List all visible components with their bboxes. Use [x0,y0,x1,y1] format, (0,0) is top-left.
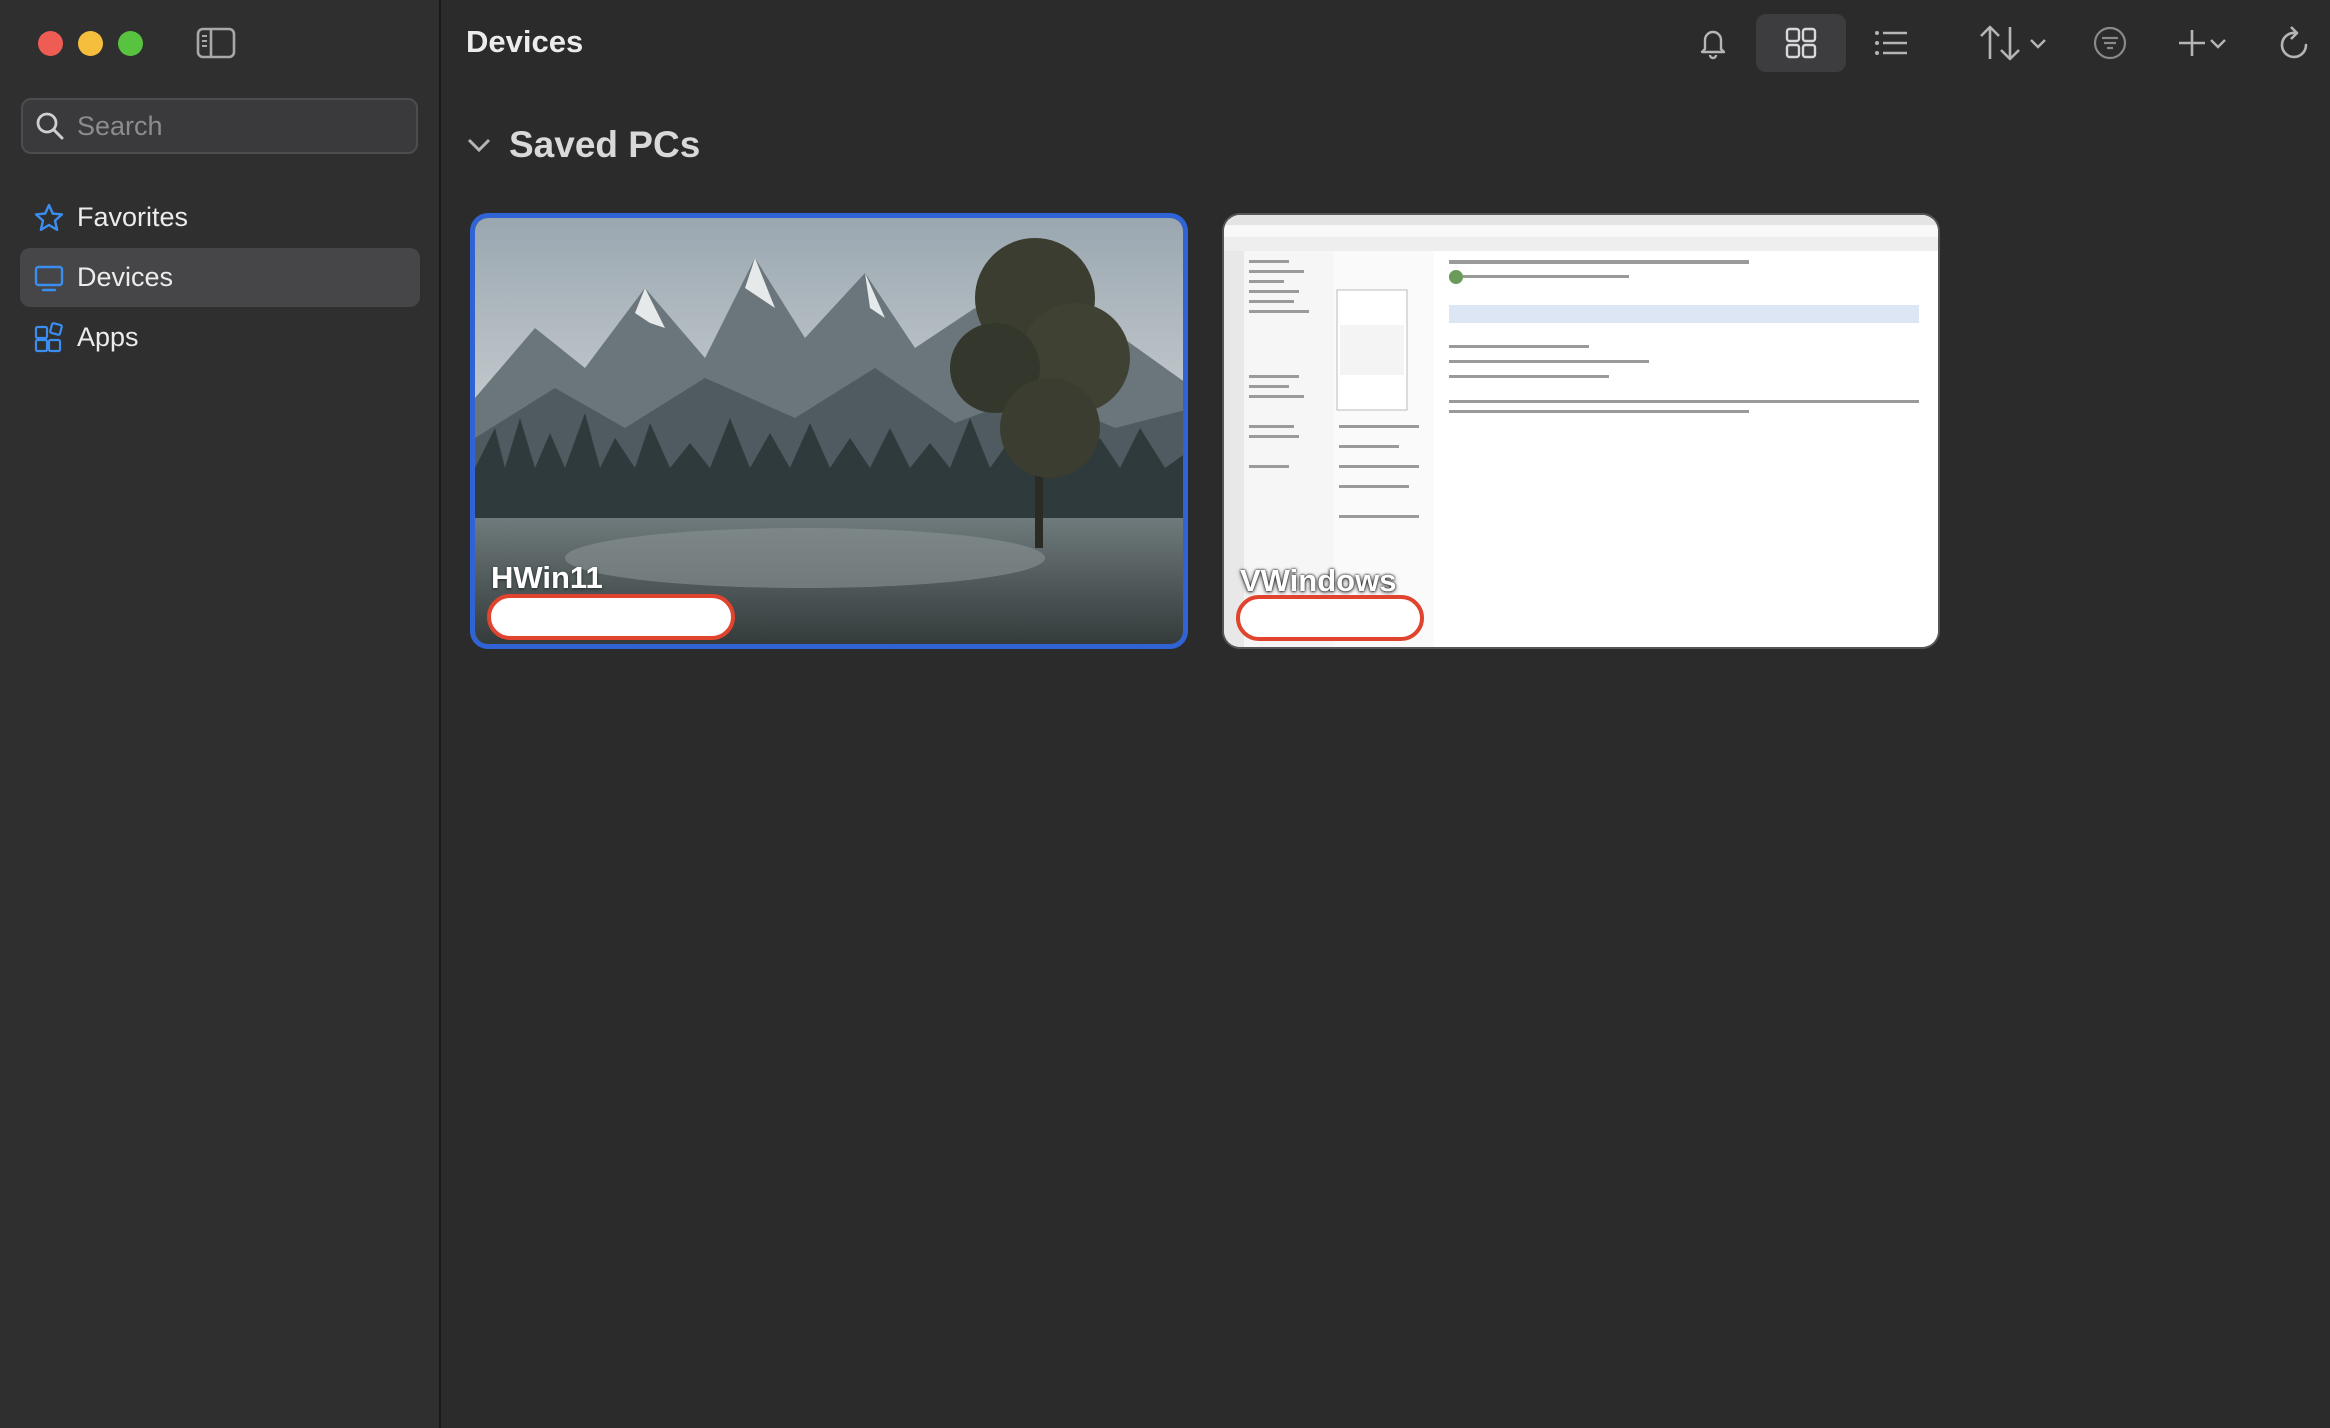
refresh-icon [2278,25,2312,61]
refresh-button[interactable] [2269,14,2321,72]
search-icon [35,111,65,141]
filter-icon [2092,25,2128,61]
section-header-saved-pcs[interactable]: Saved PCs [465,124,700,166]
star-icon [33,202,65,234]
sort-menu-button[interactable] [1966,14,2060,72]
pc-card-hwin11[interactable]: HWin11 [470,213,1188,649]
pc-card-vwindows[interactable]: VWindows [1222,213,1940,649]
sort-icon [1978,23,2028,63]
add-menu-button[interactable] [2162,14,2242,72]
add-icon [2176,27,2208,59]
grid-view-icon [1785,27,1817,59]
pc-status-pill [1236,595,1424,641]
app-window: Favorites Devices [0,0,2330,1428]
list-view-button[interactable] [1865,14,1917,72]
bell-icon [1697,26,1729,60]
toolbar [443,14,2330,72]
sidebar-item-label: Devices [77,262,174,292]
notifications-button[interactable] [1689,14,1737,72]
minimize-window-button[interactable] [78,31,103,56]
window-controls [38,31,143,56]
section-title: Saved PCs [509,124,701,165]
sidebar-item-favorites[interactable]: Favorites [20,188,420,247]
main-content: Devices Saved PCs HWin11 VWindows [443,0,2330,1428]
close-window-button[interactable] [38,31,63,56]
grid-view-button[interactable] [1756,14,1846,72]
monitor-icon [33,262,65,294]
sidebar-item-label: Favorites [77,202,189,232]
sidebar: Favorites Devices [0,0,441,1428]
chevron-down-icon [2208,36,2228,50]
pc-name: VWindows [1240,563,1397,598]
apps-grid-icon [33,321,65,354]
filter-button[interactable] [2084,14,2136,72]
search-field[interactable] [21,98,431,154]
sidebar-item-apps[interactable]: Apps [20,308,420,367]
pc-status-pill [487,594,735,640]
sidebar-toggle-icon[interactable] [196,26,236,60]
sidebar-item-label: Apps [77,322,139,352]
list-view-icon [1874,29,1908,57]
search-input[interactable] [77,110,431,142]
chevron-down-icon [2028,36,2048,50]
sidebar-nav: Favorites Devices Apps [20,188,420,368]
chevron-down-icon[interactable] [465,131,493,159]
pc-name: HWin11 [491,560,603,595]
sidebar-item-devices[interactable]: Devices [20,248,420,307]
zoom-window-button[interactable] [118,31,143,56]
